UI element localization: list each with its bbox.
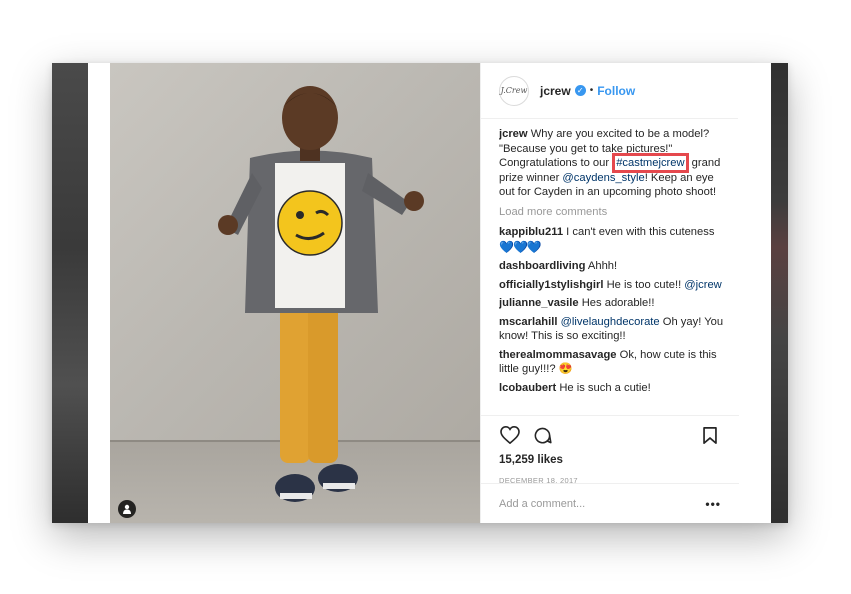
comment-username[interactable]: therealmommasavage [499,349,617,361]
list-item: lcobaubert He is such a cutie! [499,381,727,396]
caption-mention[interactable]: @caydens_style [562,172,644,184]
list-item: kappiblu211 I can't even with this cuten… [499,225,727,255]
tagged-users-icon[interactable] [118,500,136,518]
comment-username[interactable]: julianne_vasile [499,297,579,309]
comment-username[interactable]: officially1stylishgirl [499,279,603,291]
separator-dot: • [589,85,594,96]
comment-text: Ahhh! [587,260,618,272]
comment-text: Hes adorable!! [581,297,655,309]
comment-username[interactable]: kappiblu211 [499,226,563,238]
caption: jcrew Why are you excited to be a model?… [499,127,727,200]
save-button[interactable] [699,424,721,446]
follow-button[interactable]: Follow [597,84,635,98]
more-options-icon[interactable]: ••• [705,497,721,511]
add-comment-input[interactable] [499,497,706,510]
list-item: officially1stylishgirl He is too cute!! … [499,278,727,293]
comment-username[interactable]: lcobaubert [499,382,556,394]
list-item: therealmommasavage Ok, how cute is this … [499,348,727,377]
comments-list[interactable]: jcrew Why are you excited to be a model?… [499,127,727,415]
list-item: mscarlahill @livelaughdecorate Oh yay! Y… [499,315,727,344]
likes-count[interactable]: 15,259 likes [499,454,721,466]
post-actions: 15,259 likes December 18, 2017 [481,415,739,485]
background-left-edge [52,63,88,523]
background-right-edge [771,63,788,523]
speech-bubble-icon [534,427,552,443]
add-comment-bar: ••• [481,483,739,523]
header-username[interactable]: jcrew [540,84,571,98]
list-item: julianne_vasile Hes adorable!! [499,296,727,311]
bookmark-icon [703,426,717,444]
instagram-post-card: J.Crew jcrew ✓ • Follow jcrew Why are yo… [52,63,788,523]
post-side-panel: J.Crew jcrew ✓ • Follow jcrew Why are yo… [480,63,739,523]
like-button[interactable] [499,424,521,446]
comment-text: He is such a cutie! [559,381,651,394]
comment-text: He is too cute!! [606,278,685,291]
caption-username[interactable]: jcrew [499,128,528,140]
hashtag-link[interactable]: #castmejcrew [616,157,684,169]
avatar[interactable]: J.Crew [499,75,529,106]
comment-mention[interactable]: @livelaughdecorate [561,316,660,328]
heart-icon [500,426,520,444]
list-item: dashboardliving Ahhh! [499,259,727,274]
action-icons-row [499,424,721,446]
post-header: J.Crew jcrew ✓ • Follow [481,63,738,119]
hashtag-highlight-box: #castmejcrew [612,153,689,173]
comment-username[interactable]: mscarlahill [499,316,557,328]
comment-button[interactable] [531,424,553,446]
comment-mention[interactable]: @jcrew [684,279,721,291]
comment-username[interactable]: dashboardliving [499,260,585,272]
post-photo[interactable] [110,63,480,523]
blue-hearts-emoji: 💙💙💙 [499,239,542,254]
load-more-comments[interactable]: Load more comments [499,205,727,220]
verified-badge-icon: ✓ [574,85,586,96]
comment-text: I can't even with this cuteness [566,226,715,238]
